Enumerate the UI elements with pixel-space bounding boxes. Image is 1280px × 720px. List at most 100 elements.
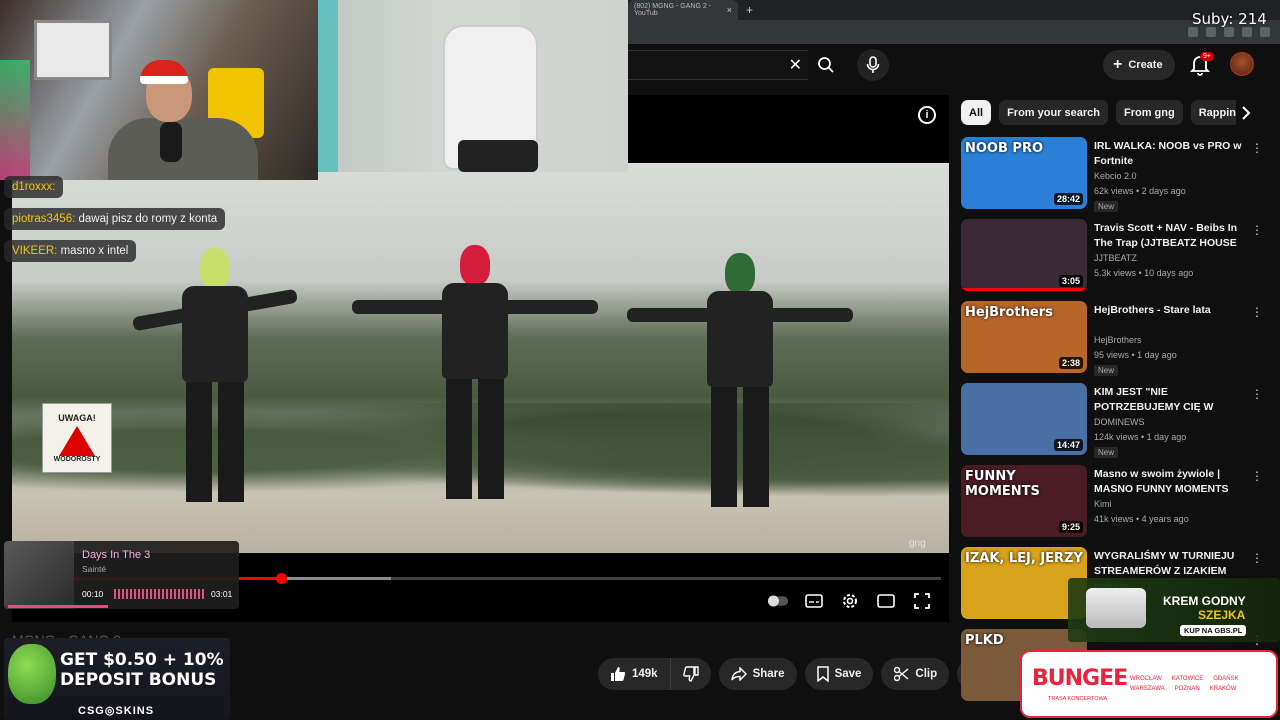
chat-message: piotras3456: dawaj pisz do romy z konta [4, 208, 226, 230]
tour-city: POZNAŃ [1174, 686, 1200, 692]
tab-close-icon[interactable]: × [727, 5, 732, 15]
fullscreen-button[interactable] [911, 592, 933, 610]
recommendation-item[interactable]: HejBrothers 2:38 HejBrothers - Stare lata H… [961, 301, 1271, 376]
video-thumbnail[interactable]: NOOB PRO 28:42 [961, 137, 1087, 209]
thumbnail-text: NOOB PRO [965, 141, 1044, 156]
more-vertical-icon[interactable]: ⋮ [1251, 469, 1263, 483]
video-thumbnail[interactable]: HejBrothers 2:38 [961, 301, 1087, 373]
tour-city: KATOWICE [1171, 676, 1204, 682]
more-vertical-icon[interactable]: ⋮ [1251, 551, 1263, 565]
notification-count-badge: 9+ [1200, 52, 1214, 61]
recommendation-item[interactable]: 14:47 KIM JEST "NIE POTRZEBUJEMY CIĘ W NA… [961, 383, 1271, 458]
more-vertical-icon[interactable]: ⋮ [1251, 387, 1263, 401]
theater-mode-icon [877, 594, 895, 608]
chat-message: VIKEER: masno x intel [4, 240, 137, 262]
chips-next-button[interactable] [1236, 100, 1256, 125]
duration-badge: 28:42 [1053, 193, 1083, 205]
new-badge: New [1094, 201, 1119, 212]
recommendation-channel[interactable]: Kimi [1094, 499, 1112, 509]
recommendation-title[interactable]: IRL WALKA: NOOB vs PRO w Fortnite [1094, 139, 1244, 169]
chat-message: d1roxxx: [4, 176, 64, 198]
recommendation-meta: 5.3k views • 10 days ago [1094, 268, 1194, 278]
video-thumbnail[interactable]: 14:47 [961, 383, 1087, 455]
figure-left [132, 248, 298, 502]
zoom-icon[interactable] [1224, 27, 1234, 37]
info-icon[interactable]: i [918, 106, 936, 124]
tour-city: KRAKÓW [1209, 686, 1237, 692]
dislike-button[interactable] [670, 658, 711, 690]
share-button[interactable]: Share [718, 658, 797, 690]
youtube-header: ✕ + Create 9+ [628, 44, 1280, 84]
clear-search-icon[interactable]: ✕ [789, 55, 802, 75]
krem-line2: SZEJKA [1198, 608, 1246, 622]
search-icon [818, 57, 834, 73]
like-button[interactable]: 149k [598, 658, 671, 690]
recommendation-item[interactable]: FUNNY MOMENTS 9:25 Masno w swoim żywiole |… [961, 465, 1271, 539]
recommendation-channel[interactable]: JJTBEATZ [1094, 253, 1137, 263]
recommendation-title[interactable]: Travis Scott + NAV - Beibs In The Trap (… [1094, 221, 1244, 251]
search-input[interactable]: ✕ [628, 50, 808, 80]
duration-badge: 3:05 [1058, 275, 1083, 287]
recommendation-title[interactable]: Masno w swoim żywiole | MASNO FUNNY MOME… [1094, 467, 1244, 497]
new-tab-icon[interactable]: + [746, 3, 753, 17]
duration-badge: 9:25 [1058, 521, 1083, 533]
browser-tab[interactable]: (802) MGNG - GANG 2 - YouTub × [628, 0, 738, 20]
krem-cta: KUP NA GBS.PL [1180, 625, 1247, 636]
search-button[interactable] [808, 50, 844, 80]
browser-tabstrip: (802) MGNG - GANG 2 - YouTub × + [628, 0, 1280, 20]
album-art [4, 541, 74, 609]
subtitles-button[interactable] [803, 592, 825, 610]
save-button[interactable]: Save [804, 658, 874, 690]
settings-button[interactable] [839, 592, 861, 610]
bookmark-icon[interactable] [1242, 27, 1252, 37]
recommendation-title[interactable]: KIM JEST "NIE POTRZEBUJEMY CIĘ W NASZYM … [1094, 385, 1244, 415]
more-vertical-icon[interactable]: ⋮ [1251, 141, 1263, 155]
recommendation-channel[interactable]: HejBrothers [1094, 335, 1142, 345]
video-actions: 149k Share Save Clip ••• [598, 658, 990, 690]
chat-username: VIKEER: [12, 245, 58, 257]
subscriber-count-overlay: Suby: 214 [1192, 10, 1267, 28]
chip-all[interactable]: All [961, 100, 992, 125]
theater-mode-button[interactable] [875, 592, 897, 610]
thumbs-up-icon [611, 667, 626, 681]
recommendation-meta: 62k views • 2 days ago [1094, 186, 1186, 196]
gbs-krem-ad: KREM GODNY SZEJKA KUP NA GBS.PL [1068, 578, 1280, 642]
chip-from-your-search[interactable]: From your search [999, 100, 1108, 125]
microphone-icon [866, 56, 880, 73]
screen: (802) MGNG - GANG 2 - YouTub × + ✕ + Cre… [0, 0, 1280, 720]
more-vertical-icon[interactable]: ⋮ [1251, 305, 1263, 319]
profile-icon[interactable] [1260, 27, 1270, 37]
player-controls [767, 592, 933, 610]
recommendation-title[interactable]: HejBrothers - Stare lata [1094, 303, 1244, 318]
watched-progress-bar [961, 288, 1087, 291]
autoplay-toggle[interactable] [767, 592, 789, 610]
recommendation-title[interactable]: WYGRALIŚMY W TURNIEJU STREAMERÓW Z IZAKI… [1094, 549, 1244, 579]
voice-search-button[interactable] [857, 49, 889, 81]
recommendation-item[interactable]: 3:05 Travis Scott + NAV - Beibs In The Tr… [961, 219, 1271, 293]
track-title: Days In The 3 [82, 549, 151, 561]
bookmark-icon [816, 666, 829, 682]
account-avatar[interactable] [1230, 52, 1254, 76]
video-thumbnail[interactable]: 3:05 [961, 219, 1087, 291]
recommendation-channel[interactable]: DOMINEWS [1094, 417, 1145, 427]
scrubber-handle[interactable] [275, 573, 287, 584]
video-thumbnail[interactable]: FUNNY MOMENTS 9:25 [961, 465, 1087, 537]
recommendation-item[interactable]: NOOB PRO 28:42 IRL WALKA: NOOB vs PRO w Fo… [961, 137, 1271, 212]
more-vertical-icon[interactable]: ⋮ [1251, 223, 1263, 237]
recommendation-channel[interactable]: Kebcio 2.0 [1094, 171, 1137, 181]
extension-icon[interactable] [1206, 27, 1216, 37]
csg-skins-ad[interactable]: GET $0.50 + 10% DEPOSIT BONUS CSG◎SKINS [4, 638, 230, 720]
track-artist: Sainté [82, 564, 107, 574]
clip-button[interactable]: Clip [881, 658, 950, 690]
extension-icon[interactable] [1188, 27, 1198, 37]
recommendation-meta: 95 views • 1 day ago [1094, 350, 1177, 360]
recommendation-meta: 41k views • 4 years ago [1094, 514, 1189, 524]
create-button[interactable]: + Create [1103, 50, 1175, 80]
krem-tub-image [1086, 588, 1146, 628]
room-webcam [318, 0, 628, 172]
like-dislike-group: 149k [598, 658, 711, 690]
chip-from-gng[interactable]: From gng [1115, 100, 1183, 125]
chat-text: masno x intel [60, 245, 129, 257]
like-count: 149k [632, 668, 658, 680]
ad-brand: CSG◎SKINS [78, 705, 155, 717]
